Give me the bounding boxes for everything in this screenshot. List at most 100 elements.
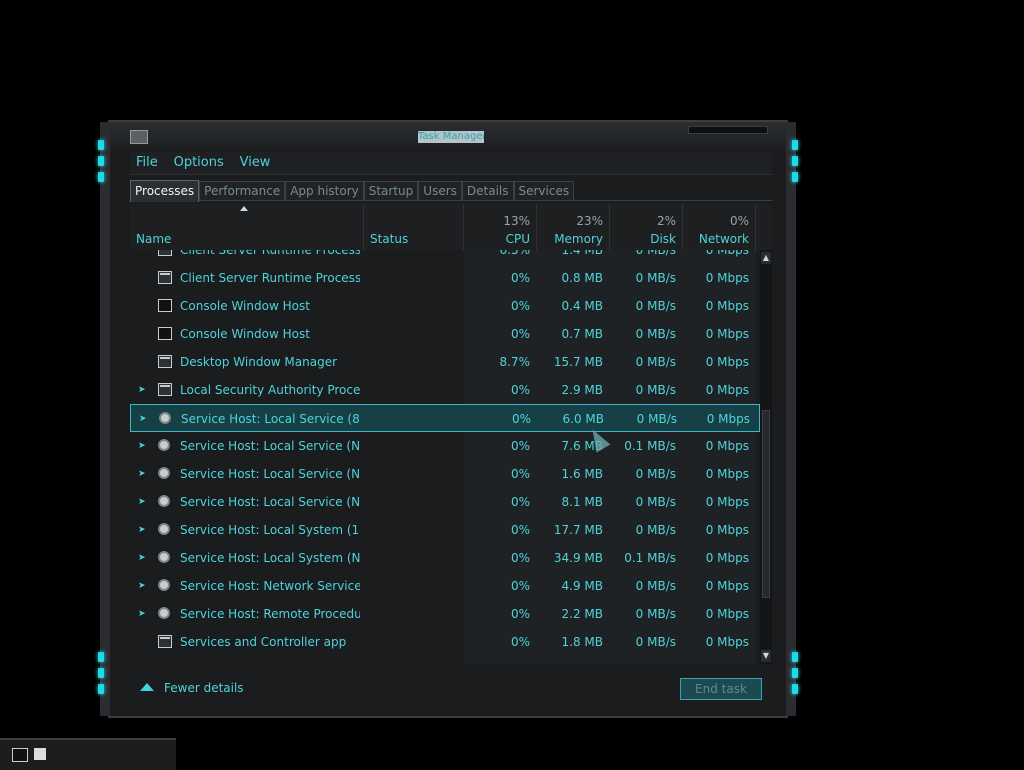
table-row[interactable]: ➤ Service Host: Local Service (8) 0% 6.0 MB… [130, 404, 760, 432]
tab-performance[interactable]: Performance [199, 181, 286, 200]
title-bar[interactable]: Task Manager [110, 122, 786, 150]
scroll-up-icon[interactable]: ▲ [761, 252, 771, 264]
column-header-status-label: Status [370, 232, 409, 246]
process-disk: 0 MB/s [635, 327, 676, 341]
taskbar-app-icon[interactable] [34, 748, 46, 760]
table-row[interactable]: ➤ Service Host: Local Service (No I... 0% 1… [130, 460, 760, 488]
column-header-network-label: Network [698, 232, 749, 246]
console-icon [158, 327, 172, 340]
process-memory: 2.9 MB [561, 383, 603, 397]
frame-led [792, 172, 798, 182]
task-manager-window: Task Manager File Options View Processes… [98, 120, 798, 718]
process-disk: 0 MB/s [635, 523, 676, 537]
process-memory: 2.2 MB [561, 607, 603, 621]
table-row[interactable]: ➤ Service Host: Local System (12) 0% 17.7 M… [130, 516, 760, 544]
tab-users[interactable]: Users [418, 181, 462, 200]
table-row[interactable]: ➤ Service Host: Local Service (No ... 0% 8.… [130, 488, 760, 516]
gear-icon [158, 551, 170, 563]
process-cpu: 0% [510, 327, 530, 341]
expand-arrow-icon[interactable]: ➤ [138, 498, 146, 507]
table-row[interactable]: Console Window Host 0% 0.4 MB 0 MB/s 0 Mbps [130, 292, 760, 320]
process-disk: 0 MB/s [635, 495, 676, 509]
table-row[interactable]: Services and Controller app 0% 1.8 MB 0 MB/… [130, 628, 760, 656]
scroll-down-icon[interactable]: ▼ [761, 650, 771, 662]
process-disk: 0 MB/s [635, 271, 676, 285]
window-icon [158, 383, 172, 396]
menu-view[interactable]: View [234, 152, 277, 174]
column-header-disk[interactable]: 2% Disk [610, 204, 683, 250]
table-row[interactable]: ➤ Service Host: Network Service (4) 0% 4.9 … [130, 572, 760, 600]
fewer-details-label: Fewer details [164, 681, 244, 695]
column-header-memory-label: Memory [554, 232, 603, 246]
menu-file[interactable]: File [130, 152, 164, 174]
tab-app-history[interactable]: App history [285, 181, 364, 200]
tab-services[interactable]: Services [513, 181, 575, 200]
process-network: 0 Mbps [705, 635, 749, 649]
task-manager-app-icon[interactable] [130, 130, 148, 144]
expand-arrow-icon[interactable]: ➤ [138, 526, 146, 535]
expand-arrow-icon[interactable]: ➤ [139, 415, 147, 424]
process-cpu: 0% [511, 412, 531, 426]
fewer-details-link[interactable]: Fewer details [140, 680, 244, 696]
end-task-button[interactable]: End task [680, 678, 762, 700]
process-network: 0 Mbps [705, 607, 749, 621]
process-network: 0 Mbps [705, 250, 749, 257]
process-cpu: 0% [510, 299, 530, 313]
expand-arrow-icon[interactable]: ➤ [138, 610, 146, 619]
column-header-memory[interactable]: 23% Memory [537, 204, 610, 250]
column-header-name[interactable]: Name [130, 204, 364, 250]
window-icon [158, 355, 172, 368]
process-name: Service Host: Remote Procedure... [180, 607, 360, 621]
tab-processes[interactable]: Processes [130, 180, 200, 202]
gear-icon [158, 579, 170, 591]
table-row[interactable]: Console Window Host 0% 0.7 MB 0 MB/s 0 Mbps [130, 320, 760, 348]
memory-total-percent: 23% [576, 214, 603, 228]
menu-options[interactable]: Options [168, 152, 230, 174]
process-disk: 0 MB/s [635, 579, 676, 593]
table-row[interactable]: ➤ Service Host: Remote Procedure... 0% 2.2 … [130, 600, 760, 628]
tab-details[interactable]: Details [461, 181, 514, 200]
process-memory: 8.1 MB [561, 495, 603, 509]
expand-arrow-icon[interactable]: ➤ [138, 582, 146, 591]
taskbar-console-icon[interactable] [12, 748, 28, 762]
frame-led [792, 652, 798, 662]
window-icon [158, 250, 172, 256]
tab-strip: Processes Performance App history Startup Us… [130, 178, 772, 202]
process-disk: 0.1 MB/s [624, 551, 676, 565]
column-header-cpu[interactable]: 13% CPU [464, 204, 537, 250]
process-name: Service Host: Local Service (8) [181, 412, 361, 426]
table-row[interactable]: ➤ Local Security Authority Process 0% 2.9 M… [130, 376, 760, 404]
frame-led [98, 156, 104, 166]
process-network: 0 Mbps [705, 439, 749, 453]
table-row[interactable]: Client Server Runtime Process 0% 0.8 MB 0 M… [130, 264, 760, 292]
tab-startup[interactable]: Startup [363, 181, 419, 200]
frame-led [98, 140, 104, 150]
expand-arrow-icon[interactable]: ➤ [138, 442, 146, 451]
process-cpu: 8.7% [499, 355, 531, 369]
process-disk: 0 MB/s [635, 299, 676, 313]
gear-icon [158, 467, 170, 479]
network-total-percent: 0% [729, 214, 749, 228]
vertical-scrollbar[interactable]: ▲ ▼ [760, 250, 772, 664]
column-header-status[interactable]: Status [364, 204, 464, 250]
process-disk: 0 MB/s [636, 412, 677, 426]
footer-bar: Fewer details End task [130, 670, 772, 710]
expand-arrow-icon[interactable]: ➤ [138, 386, 146, 395]
table-row-partial[interactable]: Client Server Runtime Process 6.5% 1.4 M… [130, 250, 760, 264]
table-row[interactable]: ➤ Service Host: Local System (Net... 0% 34.… [130, 544, 760, 572]
expand-arrow-icon[interactable]: ➤ [138, 554, 146, 563]
table-row[interactable]: Desktop Window Manager 8.7% 15.7 MB 0 MB/s 0… [130, 348, 760, 376]
sort-ascending-icon [240, 206, 248, 211]
column-header-network[interactable]: 0% Network [683, 204, 756, 250]
scrollbar-thumb[interactable] [762, 410, 770, 598]
disk-total-percent: 2% [656, 214, 676, 228]
process-cpu: 0% [510, 635, 530, 649]
window-frame-left [98, 122, 110, 716]
process-cpu: 0% [510, 495, 530, 509]
table-row[interactable]: ➤Service Host: Local Service (Net...0%7.… [130, 432, 760, 460]
window-frame-right [786, 122, 798, 716]
process-name: Console Window Host [180, 299, 310, 313]
expand-arrow-icon[interactable]: ➤ [138, 470, 146, 479]
console-icon [158, 299, 172, 312]
process-memory: 15.7 MB [553, 355, 603, 369]
